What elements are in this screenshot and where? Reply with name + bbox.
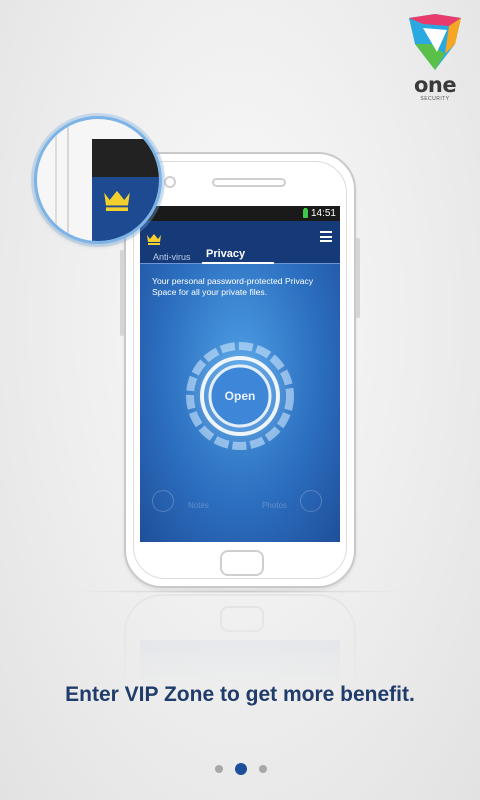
menu-icon[interactable] (320, 231, 332, 242)
magnified-bezel-inner (67, 119, 69, 241)
page-dot-1[interactable] (215, 765, 223, 773)
logo-wordmark: one (413, 73, 457, 97)
open-button[interactable]: Open (183, 339, 297, 453)
shortcut-photos-label: Photos (262, 501, 287, 510)
phone-camera (164, 176, 176, 188)
phone-floor-shadow (70, 590, 410, 593)
magnified-bezel-edge (55, 119, 57, 241)
phone-home-button (220, 550, 264, 576)
one-security-logo: one SECURITY (404, 14, 466, 104)
phone-volume-button (120, 250, 124, 336)
tagline: Enter VIP Zone to get more benefit. (65, 683, 415, 706)
magnified-crown-icon (104, 190, 130, 211)
tab-privacy[interactable]: Privacy (206, 248, 245, 260)
shield-logo-icon (409, 14, 461, 70)
shortcut-notes-label: Notes (188, 501, 209, 510)
logo-subtitle: SECURITY (420, 96, 450, 102)
page-dot-3[interactable] (259, 765, 267, 773)
phone-power-button (356, 238, 360, 318)
device-screen: 14:51 Anti-virus Privacy Your personal p… (140, 206, 340, 542)
page-dot-2-active[interactable] (235, 763, 247, 775)
status-time: 14:51 (310, 208, 336, 219)
reflection-home-button (220, 606, 264, 632)
phone-speaker (212, 178, 286, 187)
privacy-description: Your personal password-protected Privacy… (152, 276, 314, 297)
tab-active-indicator (202, 262, 274, 264)
open-button-label: Open (224, 389, 256, 403)
phone-reflection (124, 594, 356, 690)
notes-icon (152, 490, 174, 512)
magnified-status-bar (92, 139, 159, 177)
photos-icon (300, 490, 322, 512)
pagination-dots (213, 762, 269, 776)
tab-antivirus[interactable]: Anti-virus (153, 252, 191, 262)
battery-charging-icon (303, 208, 308, 218)
magnifier-callout (34, 116, 162, 244)
status-bar: 14:51 (140, 206, 340, 221)
